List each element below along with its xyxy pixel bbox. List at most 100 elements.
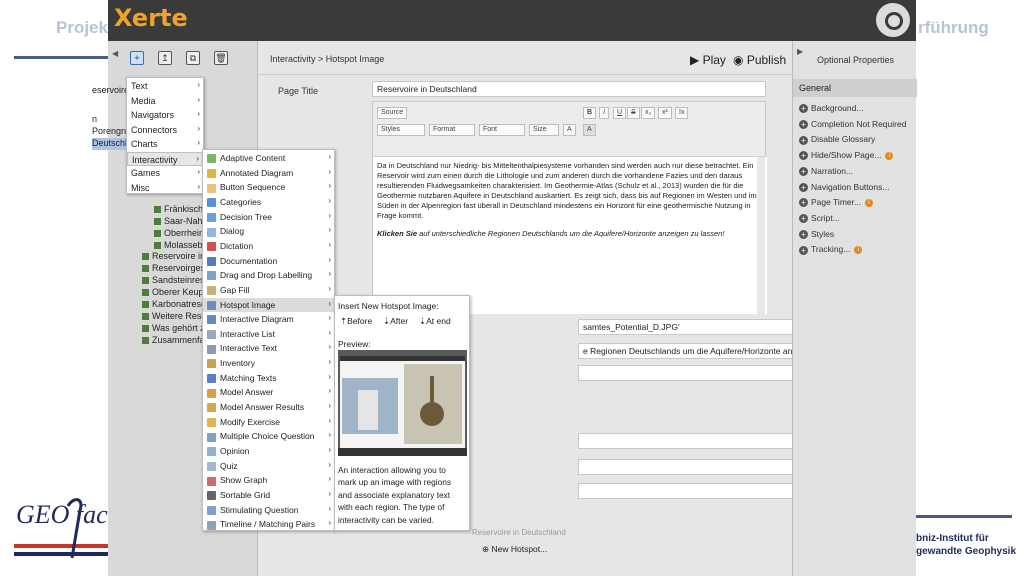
submenu-item[interactable]: Sortable Grid › xyxy=(203,488,336,503)
chevron-right-icon: › xyxy=(197,94,200,104)
menu-item-label: Charts xyxy=(131,139,158,149)
new-hotspot-button[interactable]: ⊕ New Hotspot... xyxy=(482,544,547,555)
import-page-icon[interactable]: ↥ xyxy=(158,51,172,65)
submenu-item[interactable]: Dialog › xyxy=(203,224,336,239)
strike-button[interactable]: S xyxy=(627,107,640,119)
submenu-item[interactable]: Model Answer Results › xyxy=(203,400,336,415)
bold-button[interactable]: B xyxy=(583,107,597,119)
menu-item[interactable]: Navigators › xyxy=(127,108,205,123)
submenu-item[interactable]: Inventory › xyxy=(203,356,336,371)
remove-format-button[interactable]: Ix xyxy=(675,107,689,119)
menu-item[interactable]: Misc › xyxy=(127,181,205,196)
menu-item[interactable]: Text › xyxy=(127,79,205,94)
tree-item[interactable]: Saar-Nahe xyxy=(154,216,208,228)
submenu-item[interactable]: Modify Exercise › xyxy=(203,415,336,430)
font-select[interactable]: Font xyxy=(479,124,525,136)
menu-item[interactable]: Games › xyxy=(127,166,205,181)
chevron-right-icon: › xyxy=(328,430,331,440)
optional-property-item[interactable]: + Styles xyxy=(799,229,834,239)
page-title-input[interactable]: Reservoire in Deutschland xyxy=(372,81,766,97)
tree-item[interactable]: Weitere Reser xyxy=(142,311,209,323)
optional-property-item[interactable]: + Background... xyxy=(799,103,863,114)
submenu-item[interactable]: Model Answer › xyxy=(203,385,336,400)
styles-select[interactable]: Styles xyxy=(377,124,425,136)
submenu-item-label: Dialog xyxy=(220,226,245,237)
submenu-item[interactable]: Matching Texts › xyxy=(203,371,336,386)
submenu-item[interactable]: Adaptive Content › xyxy=(203,151,336,166)
optional-property-item[interactable]: + Script... xyxy=(799,213,840,224)
tree-item[interactable]: Oberrhein xyxy=(154,228,204,240)
subscript-button[interactable]: x₂ xyxy=(641,107,656,119)
info-icon[interactable]: i xyxy=(885,151,894,160)
menu-item[interactable]: Interactivity › xyxy=(127,151,205,166)
submenu-item[interactable]: Timeline / Matching Pairs › xyxy=(203,517,336,532)
collapse-left-icon[interactable]: ◀ xyxy=(112,49,118,58)
insert-after-button[interactable]: ⇣After xyxy=(383,316,408,327)
optional-property-item[interactable]: + Page Timer... i xyxy=(799,197,874,208)
optional-property-item[interactable]: + Completion Not Required xyxy=(799,119,906,129)
submenu-item[interactable]: Decision Tree › xyxy=(203,210,336,225)
play-button[interactable]: ▶ Play xyxy=(690,53,726,67)
submenu-item[interactable]: Hotspot Image › xyxy=(203,297,336,313)
submenu-item[interactable]: Interactive List › xyxy=(203,327,336,342)
chevron-right-icon: › xyxy=(328,225,331,235)
submenu-item[interactable]: Interactive Text › xyxy=(203,341,336,356)
submenu-item[interactable]: Interactive Diagram › xyxy=(203,312,336,327)
duplicate-page-icon[interactable]: ⧉ xyxy=(186,51,200,65)
submenu-item[interactable]: Dictation › xyxy=(203,239,336,254)
optional-property-item[interactable]: + Narration... xyxy=(799,166,853,177)
tree-item[interactable]: Sandsteinrese xyxy=(142,275,210,287)
collapse-right-icon[interactable]: ▶ xyxy=(797,47,803,56)
user-menu-icon[interactable] xyxy=(876,3,910,37)
submenu-item[interactable]: Categories › xyxy=(203,195,336,210)
page-type-icon xyxy=(207,300,216,310)
insert-before-button[interactable]: ⇡Before xyxy=(340,316,372,327)
page-icon xyxy=(154,206,161,214)
italic-button[interactable]: I xyxy=(599,107,609,119)
submenu-item[interactable]: Button Sequence › xyxy=(203,180,336,195)
tree-item[interactable]: Karbonatrese xyxy=(142,299,206,311)
submenu-item[interactable]: Quiz › xyxy=(203,459,336,474)
page-type-icon xyxy=(207,432,216,442)
superscript-button[interactable]: x² xyxy=(658,107,672,119)
submenu-item[interactable]: Annotated Diagram › xyxy=(203,166,336,181)
underline-button[interactable]: U xyxy=(613,107,627,119)
submenu-item[interactable]: Drag and Drop Labelling › xyxy=(203,268,336,283)
page-type-icon xyxy=(207,403,216,413)
tree-item[interactable]: n xyxy=(92,114,97,126)
menu-item[interactable]: Connectors › xyxy=(127,123,205,138)
optional-property-item[interactable]: + Navigation Buttons... xyxy=(799,182,889,192)
general-section-header[interactable]: General xyxy=(793,79,917,97)
add-page-icon[interactable]: + xyxy=(130,51,144,65)
submenu-item[interactable]: Documentation › xyxy=(203,254,336,269)
optional-property-item[interactable]: + Hide/Show Page... i xyxy=(799,150,894,161)
submenu-item[interactable]: Stimulating Question › xyxy=(203,503,336,518)
info-icon[interactable]: i xyxy=(865,198,874,207)
tree-item[interactable]: Was gehört zu xyxy=(142,323,210,335)
publish-button[interactable]: ◉ Publish xyxy=(733,53,786,67)
optional-property-item[interactable]: + Disable Glossary xyxy=(799,134,875,145)
menu-item[interactable]: Media › xyxy=(127,94,205,109)
menu-item[interactable]: Charts › xyxy=(127,137,205,152)
submenu-item[interactable]: Gap Fill › xyxy=(203,283,336,298)
editor-body[interactable]: Da in Deutschland nur Niedrig- bis Mitte… xyxy=(373,157,767,314)
submenu-item[interactable]: Show Graph › xyxy=(203,473,336,488)
submenu-item[interactable]: Multiple Choice Question › xyxy=(203,429,336,444)
tree-item[interactable]: Zusammenfas xyxy=(142,335,209,347)
tree-item[interactable]: Reservoirgest xyxy=(142,263,208,275)
size-select[interactable]: Size xyxy=(529,124,559,136)
format-select[interactable]: Format xyxy=(429,124,475,136)
tree-item[interactable]: Fränkische xyxy=(154,204,208,216)
delete-page-icon[interactable]: 🗑 xyxy=(214,51,228,65)
info-icon[interactable]: i xyxy=(854,246,863,255)
optional-property-item[interactable]: + Tracking... i xyxy=(799,244,863,255)
insert-at-end-button[interactable]: ⇣At end xyxy=(419,316,451,327)
source-button[interactable]: Source xyxy=(377,107,408,119)
tree-item[interactable]: Oberer Keupe xyxy=(142,287,209,299)
submenu-item-label: Interactive Diagram xyxy=(220,314,294,325)
tree-item[interactable]: Reservoire in xyxy=(142,251,205,263)
text-color-button[interactable]: A xyxy=(563,124,576,136)
editor-scrollbar[interactable] xyxy=(757,157,765,314)
submenu-item[interactable]: Opinion › xyxy=(203,444,336,459)
bg-color-button[interactable]: A xyxy=(583,124,596,136)
